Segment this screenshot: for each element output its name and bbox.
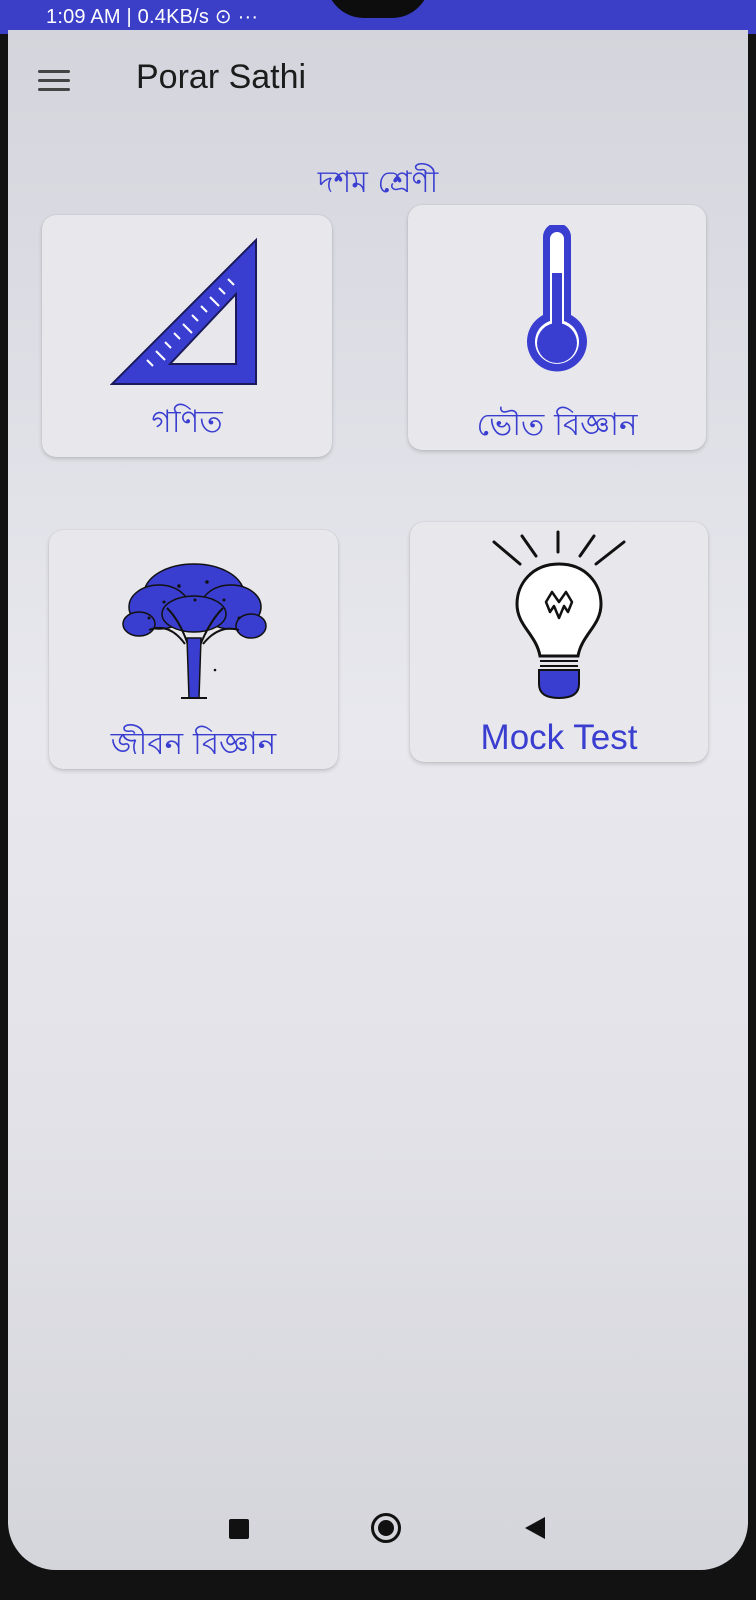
subject-card-physical-science[interactable]: ভৌত বিজ্ঞান (408, 205, 706, 450)
back-triangle-icon[interactable] (525, 1517, 545, 1539)
tree-icon (122, 563, 267, 699)
status-time: 1:09 AM | 0.4KB/s ⊙ ··· (46, 6, 259, 28)
recents-square-icon[interactable] (229, 1519, 249, 1539)
subject-label-physical-science: ভৌত বিজ্ঞান (476, 407, 638, 443)
camera-notch (326, 0, 430, 18)
app-screen: Porar Sathi দশম শ্রেণী গণিত ভৌত বিজ্ঞান … (8, 30, 748, 1570)
class-heading: দশম শ্রেণী (317, 165, 439, 200)
subject-label-math: গণিত (151, 404, 223, 440)
set-square-ruler-icon (110, 237, 257, 385)
status-bar: 1:09 AM | 0.4KB/s ⊙ ··· (0, 0, 756, 34)
app-title: Porar Sathi (136, 58, 307, 96)
home-circle-icon[interactable] (371, 1513, 401, 1543)
light-bulb-icon (492, 530, 626, 700)
subject-label-mock-test: Mock Test (480, 718, 638, 757)
system-nav-bar (8, 1502, 748, 1562)
subject-label-life-science: জীবন বিজ্ঞান (110, 726, 277, 762)
thermometer-icon (527, 225, 587, 372)
subject-card-math[interactable]: গণিত (42, 215, 332, 457)
subject-card-mock-test[interactable]: Mock Test (410, 522, 708, 762)
hamburger-menu-icon[interactable] (36, 66, 72, 96)
subject-card-life-science[interactable]: জীবন বিজ্ঞান (49, 530, 338, 769)
app-toolbar: Porar Sathi (8, 30, 748, 130)
